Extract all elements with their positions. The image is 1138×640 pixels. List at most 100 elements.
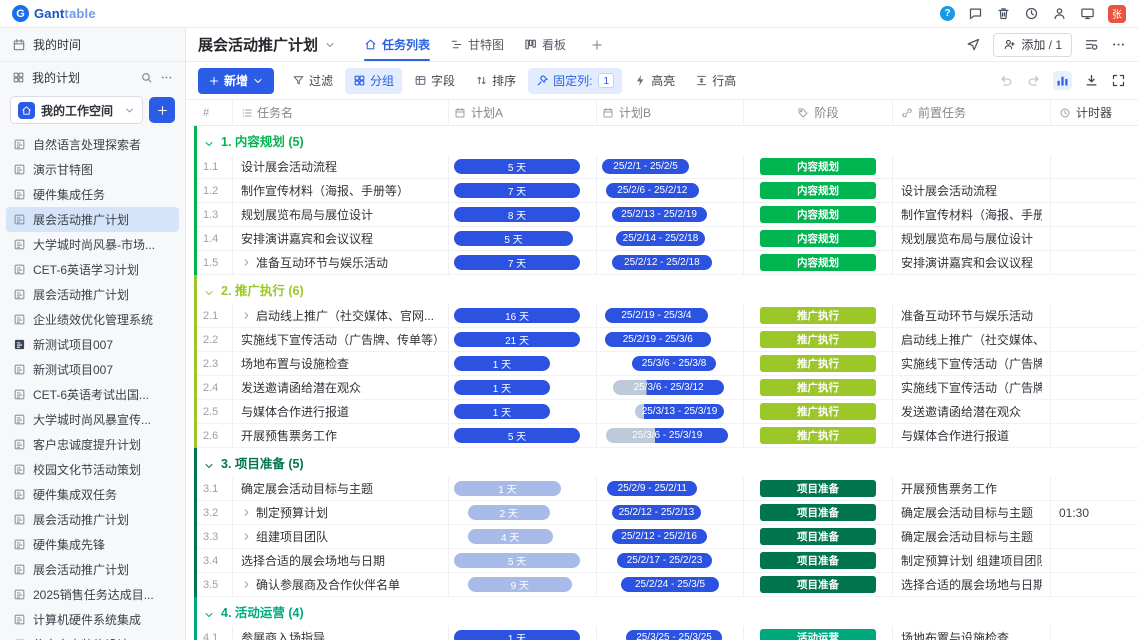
sidebar-project-item[interactable]: 展会活动推广计划 [6, 207, 179, 232]
column-header[interactable]: 计划A [449, 100, 597, 125]
predecessor-cell[interactable]: 制定预算计划 组建项目团队 [893, 549, 1051, 572]
task-row[interactable]: 1.4安排演讲嘉宾和会议议程5 天25/2/14 - 25/2/18内容规划规划… [197, 227, 1138, 251]
expand-icon[interactable] [241, 507, 252, 518]
predecessor-cell[interactable]: 发送邀请函给潜在观众 [893, 400, 1051, 423]
plan-b-bar[interactable]: 25/3/25 - 25/3/25 [626, 630, 721, 640]
column-header[interactable]: 任务名 [233, 100, 449, 125]
group-header[interactable]: 3. 项目准备 (5) [197, 448, 1138, 477]
plan-b-cell[interactable]: 25/2/17 - 25/2/23 [597, 549, 744, 572]
plan-b-bar[interactable]: 25/2/12 - 25/2/13 [612, 505, 702, 520]
predecessor-cell[interactable] [893, 155, 1051, 178]
new-task-button[interactable]: 新增 [198, 68, 274, 94]
predecessor-cell[interactable]: 选择合适的展会场地与日期 [893, 573, 1051, 596]
plan-b-bar[interactable]: 25/2/19 - 25/3/4 [605, 308, 708, 323]
plan-a-cell[interactable]: 1 天 [449, 400, 597, 423]
plan-b-bar[interactable]: 25/2/13 - 25/2/19 [612, 207, 707, 222]
task-row[interactable]: 3.1确定展会活动目标与主题1 天25/2/9 - 25/2/11项目准备开展预… [197, 477, 1138, 501]
group-collapse-icon[interactable] [203, 609, 215, 621]
workspace-selector[interactable]: 我的工作空间 [10, 96, 143, 124]
stage-cell[interactable]: 项目准备 [744, 477, 893, 500]
predecessor-cell[interactable]: 实施线下宣传活动（广告牌、传单等） [893, 352, 1051, 375]
stage-cell[interactable]: 推广执行 [744, 400, 893, 423]
undo-icon[interactable] [999, 73, 1014, 88]
plan-a-bar[interactable]: 8 天 [454, 207, 580, 222]
add-member-button[interactable]: 添加 / 1 [993, 33, 1072, 57]
predecessor-cell[interactable]: 开展预售票务工作 [893, 477, 1051, 500]
stage-cell[interactable]: 内容规划 [744, 227, 893, 250]
task-name-cell[interactable]: 选择合适的展会场地与日期 [233, 549, 449, 572]
timer-cell[interactable] [1051, 227, 1137, 250]
plan-a-cell[interactable]: 9 天 [449, 573, 597, 596]
predecessor-cell[interactable]: 安排演讲嘉宾和会议议程 [893, 251, 1051, 274]
sidebar-project-item[interactable]: CET-6英语考试出国... [6, 382, 179, 407]
plan-b-bar[interactable]: 25/2/17 - 25/2/23 [617, 553, 712, 568]
help-icon[interactable]: ? [940, 6, 955, 21]
plan-b-cell[interactable]: 25/2/9 - 25/2/11 [597, 477, 744, 500]
task-row[interactable]: 4.1参展商入场指导1 天25/3/25 - 25/3/25活动运营场地布置与设… [197, 626, 1138, 640]
plan-a-bar[interactable]: 9 天 [468, 577, 572, 592]
task-row[interactable]: 1.5准备互动环节与娱乐活动7 天25/2/12 - 25/2/18内容规划安排… [197, 251, 1138, 275]
timer-cell[interactable] [1051, 251, 1137, 274]
task-row[interactable]: 2.2实施线下宣传活动（广告牌、传单等）21 天25/2/19 - 25/3/6… [197, 328, 1138, 352]
plan-a-cell[interactable]: 5 天 [449, 424, 597, 447]
plan-a-cell[interactable]: 7 天 [449, 251, 597, 274]
plan-b-bar[interactable]: 25/2/1 - 25/2/5 [602, 159, 689, 174]
plan-b-bar[interactable]: 25/2/24 - 25/3/5 [621, 577, 719, 592]
column-header[interactable]: 计划B [597, 100, 744, 125]
expand-icon[interactable] [241, 579, 252, 590]
plan-a-bar[interactable]: 1 天 [454, 404, 550, 419]
predecessor-cell[interactable]: 设计展会活动流程 [893, 179, 1051, 202]
group-header[interactable]: 2. 推广执行 (6) [197, 275, 1138, 304]
expand-icon[interactable] [241, 257, 252, 268]
share-icon[interactable] [966, 37, 981, 52]
contacts-icon[interactable] [1052, 6, 1067, 21]
plan-b-bar[interactable]: 25/3/6 - 25/3/12 [613, 380, 725, 395]
column-header[interactable]: # [197, 100, 233, 125]
stage-cell[interactable]: 活动运营 [744, 626, 893, 640]
timer-cell[interactable] [1051, 304, 1137, 327]
title-caret-icon[interactable] [324, 39, 336, 51]
plan-b-cell[interactable]: 25/2/12 - 25/2/13 [597, 501, 744, 524]
sidebar-project-item[interactable]: 住宅室内装修设计... [6, 632, 179, 640]
sidebar-project-item[interactable]: 演示甘特图 [6, 157, 179, 182]
plan-a-cell[interactable]: 16 天 [449, 304, 597, 327]
timer-cell[interactable] [1051, 352, 1137, 375]
plan-a-bar[interactable]: 7 天 [454, 183, 580, 198]
add-workspace-button[interactable] [149, 97, 175, 123]
plan-a-cell[interactable]: 1 天 [449, 376, 597, 399]
predecessor-cell[interactable]: 启动线上推广（社交媒体、官网等） [893, 328, 1051, 351]
timer-cell[interactable] [1051, 525, 1137, 548]
task-row[interactable]: 3.5确认参展商及合作伙伴名单9 天25/2/24 - 25/3/5项目准备选择… [197, 573, 1138, 597]
stage-cell[interactable]: 内容规划 [744, 155, 893, 178]
timer-cell[interactable] [1051, 573, 1137, 596]
plan-b-cell[interactable]: 25/3/13 - 25/3/19 [597, 400, 744, 423]
task-name-cell[interactable]: 设计展会活动流程 [233, 155, 449, 178]
tab-kanban[interactable]: 看板 [514, 28, 576, 61]
plan-a-bar[interactable]: 1 天 [454, 356, 550, 371]
tab-gantt[interactable]: 甘特图 [440, 28, 514, 61]
expand-icon[interactable] [241, 531, 252, 542]
plan-a-bar[interactable]: 21 天 [454, 332, 580, 347]
task-name-cell[interactable]: 启动线上推广（社交媒体、官网... [233, 304, 449, 327]
timer-cell[interactable] [1051, 179, 1137, 202]
sidebar-project-item[interactable]: 自然语言处理探索者 [6, 132, 179, 157]
sidebar-project-item[interactable]: 硬件集成双任务 [6, 482, 179, 507]
plan-b-bar[interactable]: 25/2/12 - 25/2/18 [612, 255, 713, 270]
plan-a-bar[interactable]: 5 天 [454, 428, 580, 443]
timer-cell[interactable] [1051, 328, 1137, 351]
timer-cell[interactable] [1051, 424, 1137, 447]
plan-b-cell[interactable]: 25/3/6 - 25/3/12 [597, 376, 744, 399]
timer-cell[interactable] [1051, 477, 1137, 500]
plan-a-bar[interactable]: 1 天 [454, 481, 561, 496]
app-logo[interactable]: G Ganttable [12, 5, 96, 22]
plan-a-bar[interactable]: 5 天 [454, 553, 580, 568]
plan-b-bar[interactable]: 25/2/14 - 25/2/18 [616, 231, 706, 246]
group-button[interactable]: 分组 [345, 68, 402, 94]
plan-b-cell[interactable]: 25/3/6 - 25/3/8 [597, 352, 744, 375]
trash-icon[interactable] [996, 6, 1011, 21]
sidebar-project-item[interactable]: 展会活动推广计划 [6, 557, 179, 582]
task-name-cell[interactable]: 参展商入场指导 [233, 626, 449, 640]
plan-a-cell[interactable]: 21 天 [449, 328, 597, 351]
task-name-cell[interactable]: 确定展会活动目标与主题 [233, 477, 449, 500]
group-header[interactable]: 4. 活动运营 (4) [197, 597, 1138, 626]
